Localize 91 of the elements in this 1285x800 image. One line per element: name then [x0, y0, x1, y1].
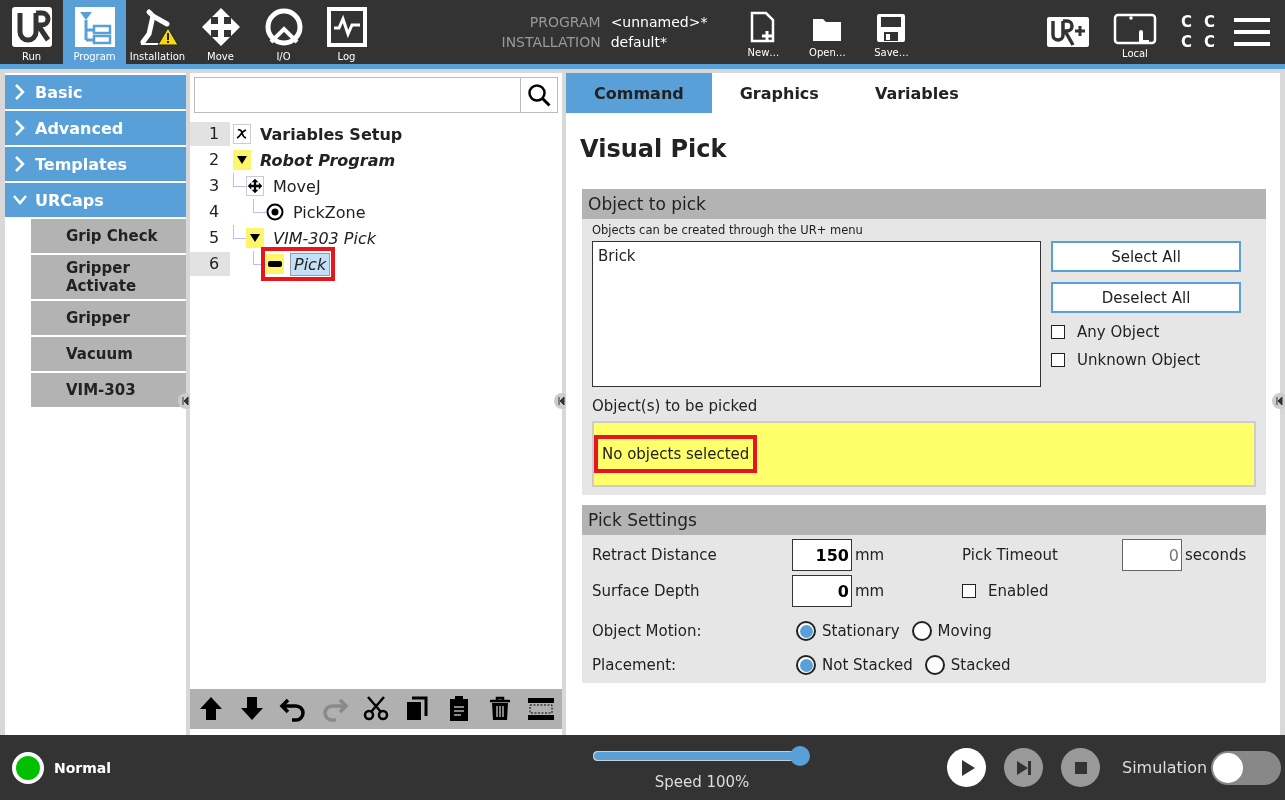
- object-item[interactable]: Brick: [598, 247, 1035, 265]
- save-icon: [876, 13, 907, 43]
- urcap-item[interactable]: Gripper Activate: [31, 255, 186, 299]
- line-number: 6: [190, 252, 230, 276]
- radio-option[interactable]: Not Stacked: [796, 655, 913, 675]
- node-title: Visual Pick: [580, 135, 728, 163]
- search-icon[interactable]: [527, 83, 551, 107]
- variable-x-icon: [233, 124, 251, 144]
- info-label: INSTALLATION: [501, 33, 601, 52]
- nav-tab[interactable]: Move: [189, 0, 252, 64]
- field-label: Surface Depth: [592, 582, 701, 600]
- checkbox-label: Unknown Object: [1077, 351, 1201, 369]
- number-field[interactable]: 0: [792, 575, 852, 607]
- line-number: 2: [207, 149, 221, 171]
- chevron-icon: [13, 120, 27, 136]
- search-field[interactable]: [194, 77, 558, 113]
- waypoint-icon: [266, 202, 284, 222]
- radio-option[interactable]: Stacked: [924, 655, 1011, 675]
- chevron-icon: [13, 156, 27, 172]
- info-value: default*: [610, 33, 668, 52]
- radio-button[interactable]: [796, 621, 816, 641]
- line-number: 4: [207, 201, 221, 223]
- nav-tab[interactable]: Run: [0, 0, 63, 64]
- hint-text: Objects can be created through the UR+ menu: [592, 223, 864, 237]
- program-node[interactable]: Robot Program: [257, 149, 399, 171]
- move-arrows-icon: [246, 176, 264, 196]
- list-action-button[interactable]: Deselect All: [1051, 282, 1241, 313]
- play-button[interactable]: [947, 748, 986, 787]
- section-header: Object to pick: [582, 189, 1266, 219]
- checkbox[interactable]: [1051, 325, 1065, 339]
- radio-button[interactable]: [796, 655, 816, 675]
- local-control-button[interactable]: Local: [1106, 4, 1163, 60]
- field-label: Object Motion:: [592, 622, 703, 640]
- speed-reading: Speed 100%: [654, 772, 750, 791]
- ur-plus-icon[interactable]: [1046, 17, 1089, 47]
- simulation-toggle[interactable]: [1211, 750, 1282, 785]
- file-button[interactable]: Open…: [795, 0, 860, 64]
- list-action-button[interactable]: Select All: [1051, 241, 1241, 272]
- nav-tab[interactable]: I/O: [252, 0, 315, 64]
- radio-button[interactable]: [924, 655, 945, 675]
- radio-button[interactable]: [911, 621, 932, 641]
- number-field[interactable]: 150: [792, 539, 852, 571]
- radio-option[interactable]: Moving: [911, 621, 992, 641]
- checkbox-label: Any Object: [1077, 323, 1160, 341]
- program-node[interactable]: Variables Setup: [257, 123, 406, 145]
- menu-icon[interactable]: [1233, 17, 1271, 47]
- info-label: PROGRAM: [528, 13, 601, 32]
- file-button[interactable]: New…: [731, 0, 796, 64]
- program-node[interactable]: PickZone: [290, 201, 369, 223]
- section-header: Pick Settings: [582, 505, 1266, 535]
- field-label: Pick Timeout: [962, 546, 1059, 564]
- collapse-handle-icon[interactable]: [1272, 393, 1285, 409]
- checkbox[interactable]: [1051, 353, 1065, 367]
- urcap-item[interactable]: VIM-303: [31, 373, 186, 407]
- log-graph-icon: [325, 6, 368, 48]
- urcap-item[interactable]: Vacuum: [31, 337, 186, 371]
- program-node[interactable]: Pick: [290, 252, 331, 276]
- info-value: <unnamed>*: [610, 13, 708, 32]
- status-letter: C: [1203, 32, 1215, 52]
- program-node[interactable]: MoveJ: [270, 175, 324, 197]
- tablet-hand-icon: [1112, 12, 1157, 46]
- nav-tab[interactable]: Installation: [126, 0, 189, 64]
- status-letter: C: [1180, 12, 1192, 32]
- editor-tab[interactable]: Command: [566, 73, 712, 113]
- unit-label: mm: [854, 582, 886, 600]
- checkbox-label: Enabled: [988, 582, 1049, 600]
- radio-option[interactable]: Stationary: [796, 621, 900, 641]
- program-tree-icon: [73, 6, 116, 48]
- minus-icon: [266, 254, 284, 274]
- urcap-item[interactable]: Gripper: [31, 301, 186, 335]
- unit-label: mm: [854, 546, 886, 564]
- logo-icon: [10, 6, 53, 48]
- status-letter: C: [1180, 32, 1192, 52]
- field-label: Placement:: [592, 656, 678, 674]
- speed-slider[interactable]: [593, 744, 811, 767]
- file-button[interactable]: Save…: [859, 0, 924, 64]
- status-letter: C: [1203, 12, 1215, 32]
- urcap-item[interactable]: Grip Check: [31, 219, 186, 253]
- simulation-label: Simulation: [1122, 758, 1208, 777]
- program-node[interactable]: VIM-303 Pick: [270, 227, 380, 249]
- field-label: Object(s) to be picked: [592, 397, 759, 415]
- unit-label: seconds: [1184, 546, 1248, 564]
- status-text: Normal: [54, 759, 112, 776]
- nav-tab[interactable]: Log: [315, 0, 378, 64]
- line-number: 5: [207, 227, 221, 249]
- line-number: 1: [190, 122, 230, 146]
- field-label: Retract Distance: [592, 546, 718, 564]
- chevron-icon: [13, 84, 27, 100]
- line-number: 3: [207, 175, 221, 197]
- checkbox[interactable]: [962, 584, 976, 598]
- object-list[interactable]: Brick: [592, 241, 1041, 387]
